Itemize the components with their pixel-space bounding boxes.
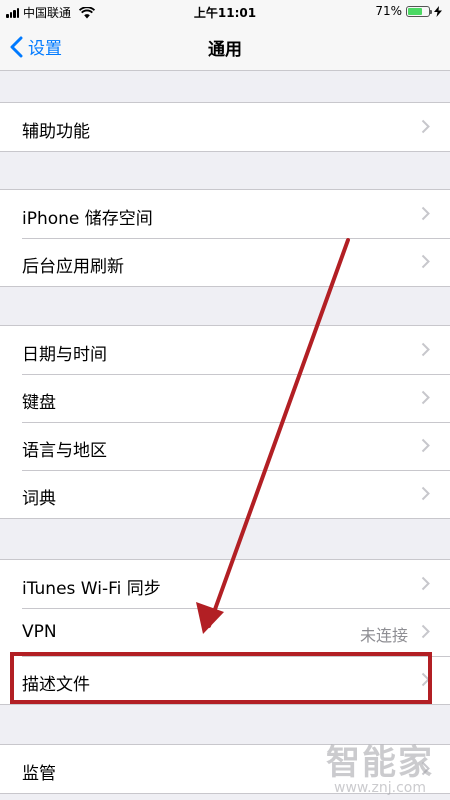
battery-fill [408,7,423,15]
settings-row-background-refresh[interactable]: 后台应用刷新 [0,238,450,286]
row-label: 辅助功能 [22,122,90,142]
chevron-right-icon [421,624,430,639]
chevron-right-icon [421,576,430,591]
settings-row-accessibility[interactable]: 辅助功能 [0,103,450,151]
chevron-right-icon [421,119,430,134]
vpn-status: 未连接 [359,626,408,645]
settings-group-language: 日期与时间 键盘 语言与地区 词典 [0,325,450,519]
battery-icon [406,5,432,17]
settings-row-language-region[interactable]: 语言与地区 [0,422,450,470]
settings-group-storage: iPhone 储存空间 后台应用刷新 [0,189,450,287]
watermark-logo: 智能家 [326,743,434,783]
chevron-right-icon [421,390,430,405]
settings-row-itunes-wifi-sync[interactable]: iTunes Wi-Fi 同步 [0,560,450,608]
row-label: 词典 [22,489,56,509]
page-title: 通用 [208,40,242,60]
chevron-right-icon [421,254,430,269]
settings-row-vpn[interactable]: VPN 未连接 [0,608,450,656]
annotation-highlight-box [10,652,432,704]
status-right: 71% [375,4,442,18]
row-label: 监管 [22,764,56,784]
row-label: 键盘 [22,393,56,413]
row-label: 后台应用刷新 [22,257,124,277]
settings-row-dictionary[interactable]: 词典 [0,470,450,518]
watermark: 智能家 www.znj.com [326,735,434,796]
navigation-bar: 设置 通用 [0,22,450,71]
battery-percent: 71% [375,4,402,18]
row-label: iPhone 储存空间 [22,209,153,229]
status-bar: 中国联通 上午11:01 71% [0,0,450,22]
settings-row-date-time[interactable]: 日期与时间 [0,326,450,374]
row-label: 日期与时间 [22,345,107,365]
chevron-right-icon [421,342,430,357]
chevron-right-icon [421,206,430,221]
row-label: iTunes Wi-Fi 同步 [22,579,161,599]
chevron-right-icon [421,438,430,453]
settings-row-keyboard[interactable]: 键盘 [0,374,450,422]
watermark-url: www.znj.com [334,780,426,796]
row-label: 语言与地区 [22,441,107,461]
settings-group-accessibility: 辅助功能 [0,102,450,152]
chevron-right-icon [421,486,430,501]
charging-icon [434,5,442,17]
settings-row-iphone-storage[interactable]: iPhone 储存空间 [0,190,450,238]
row-label: VPN [22,622,57,642]
